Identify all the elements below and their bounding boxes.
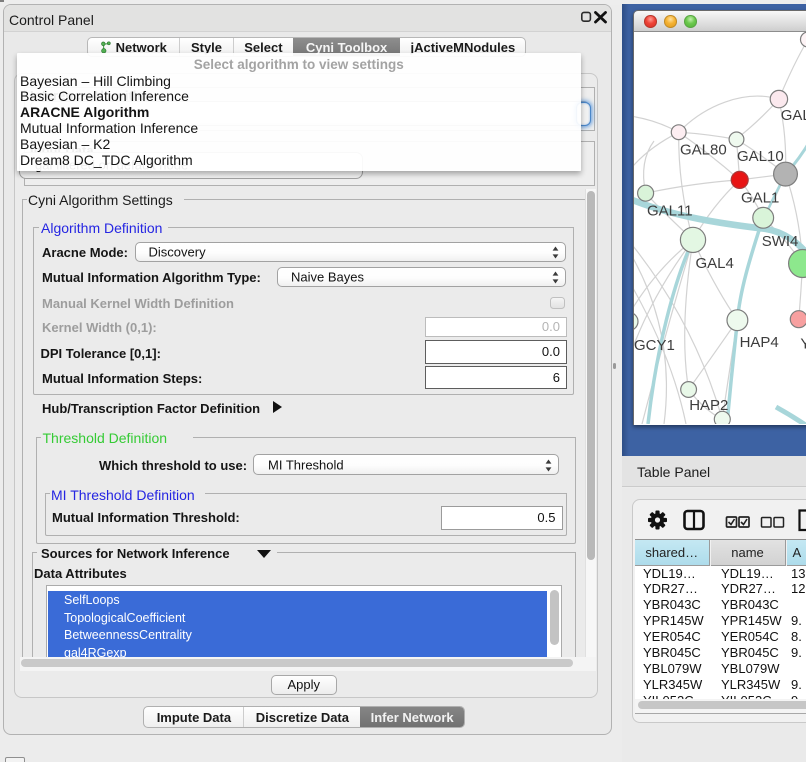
svg-text:YMR0: YMR0	[800, 336, 806, 353]
svg-text:GAL11: GAL11	[647, 203, 693, 220]
svg-text:HAP4: HAP4	[740, 334, 779, 351]
svg-text:GAL1: GAL1	[741, 189, 779, 206]
svg-text:GAL10: GAL10	[737, 148, 784, 165]
svg-text:HAP2: HAP2	[689, 397, 728, 414]
svg-text:GAL7: GAL7	[781, 107, 806, 124]
svg-text:GAL80: GAL80	[680, 142, 727, 159]
svg-text:SWI4: SWI4	[762, 233, 799, 250]
svg-text:GAL4: GAL4	[696, 255, 734, 272]
svg-text:GCY1: GCY1	[634, 337, 675, 354]
